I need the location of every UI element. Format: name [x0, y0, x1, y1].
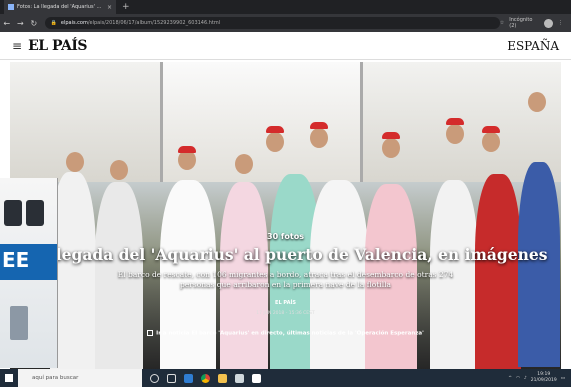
ship-window	[26, 200, 44, 226]
cortana-icon[interactable]	[150, 373, 159, 383]
edge-icon[interactable]	[184, 373, 193, 383]
gallery-headline: La llegada del 'Aquarius' al puerto de V…	[23, 245, 548, 264]
ship-window	[4, 200, 22, 226]
photo-count: 30 fotos	[267, 232, 304, 241]
hull-lettering: EE	[2, 248, 30, 272]
gallery-caption: 30 fotos La llegada del 'Aquarius' al pu…	[10, 232, 561, 337]
person-head	[110, 160, 128, 180]
person-head	[382, 138, 400, 158]
external-link-icon	[147, 330, 154, 336]
mail-icon[interactable]	[252, 373, 261, 383]
menu-icon[interactable]: ⋮	[558, 20, 563, 26]
red-cap	[178, 146, 196, 153]
related-news-link[interactable]: Ir a noticia El barco 'Aquarius' en dire…	[10, 330, 561, 337]
person-head	[528, 92, 546, 112]
publish-date: 17 JUN 2018 - 15:36 CEST	[256, 311, 315, 316]
clock[interactable]: 19:19 21/09/2019	[531, 372, 557, 384]
windows-taskbar: aquí para buscar ^ ◠ ♪ 19:19 21/09/2019 …	[0, 369, 571, 387]
url-host: elpais.com	[60, 20, 88, 26]
profile-label[interactable]: Incógnito (2)	[509, 17, 539, 29]
person-head	[178, 150, 196, 170]
url-path: /elpais/2018/06/17/album/1529239902_6031…	[87, 20, 221, 26]
person-head	[310, 128, 328, 148]
site-logo[interactable]: EL PAÍS	[28, 38, 87, 54]
browser-tab[interactable]: Fotos: La llegada del 'Aquarius' ... ×	[4, 0, 116, 14]
hamburger-menu-icon[interactable]: ≡	[12, 39, 22, 53]
related-news-text: Ir a noticia El barco 'Aquarius' en dire…	[156, 330, 424, 337]
close-tab-icon[interactable]: ×	[107, 4, 112, 11]
chrome-icon[interactable]	[201, 373, 210, 383]
address-bar[interactable]: 🔒 elpais.com /elpais/2018/06/17/album/15…	[44, 17, 500, 29]
person-head	[482, 132, 500, 152]
site-favicon-icon	[8, 4, 14, 10]
taskbar-search-box[interactable]: aquí para buscar	[18, 369, 142, 387]
incognito-icon[interactable]	[544, 18, 553, 28]
wifi-icon[interactable]: ◠	[516, 376, 520, 381]
person-head	[235, 154, 253, 174]
red-cap	[310, 122, 328, 129]
person-head	[66, 152, 84, 172]
lock-icon: 🔒	[50, 20, 57, 26]
star-icon[interactable]: ☆	[500, 20, 504, 26]
tent-pole	[360, 62, 363, 182]
byline[interactable]: EL PAÍS	[10, 300, 561, 306]
volume-icon[interactable]: ♪	[524, 376, 527, 381]
gallery-subhead: El barco de rescate, con 106 migrantes a…	[117, 270, 454, 289]
clock-date: 21/09/2019	[530, 378, 557, 383]
back-icon[interactable]: ←	[0, 19, 14, 28]
browser-tab-strip: Fotos: La llegada del 'Aquarius' ... × +	[0, 0, 571, 14]
notifications-icon[interactable]: ▭	[561, 376, 565, 381]
tent-shape	[10, 62, 160, 182]
reload-icon[interactable]: ↻	[27, 19, 41, 28]
overlapping-window[interactable]: EE	[0, 178, 58, 368]
tab-title: Fotos: La llegada del 'Aquarius' ...	[17, 4, 102, 10]
person-head	[266, 132, 284, 152]
forward-icon[interactable]: →	[14, 19, 28, 28]
store-icon[interactable]	[235, 373, 244, 383]
tent-pole	[160, 62, 163, 182]
taskview-icon[interactable]	[167, 373, 176, 383]
windows-start-icon[interactable]	[0, 369, 18, 387]
red-cap	[382, 132, 400, 139]
gallery-photo[interactable]: 30 fotos La llegada del 'Aquarius' al pu…	[10, 62, 561, 369]
browser-toolbar: ← → ↻ 🔒 elpais.com /elpais/2018/06/17/al…	[0, 14, 571, 32]
red-cap	[266, 126, 284, 133]
ship-door	[10, 306, 28, 340]
site-header: ≡ EL PAÍS ESPAÑA	[0, 32, 571, 60]
red-cap	[482, 126, 500, 133]
folder-icon[interactable]	[218, 373, 227, 383]
edition-selector[interactable]: ESPAÑA	[507, 39, 559, 53]
red-cap	[446, 118, 464, 125]
person-head	[446, 124, 464, 144]
new-tab-button[interactable]: +	[122, 2, 130, 12]
chevron-up-icon[interactable]: ^	[508, 376, 512, 381]
